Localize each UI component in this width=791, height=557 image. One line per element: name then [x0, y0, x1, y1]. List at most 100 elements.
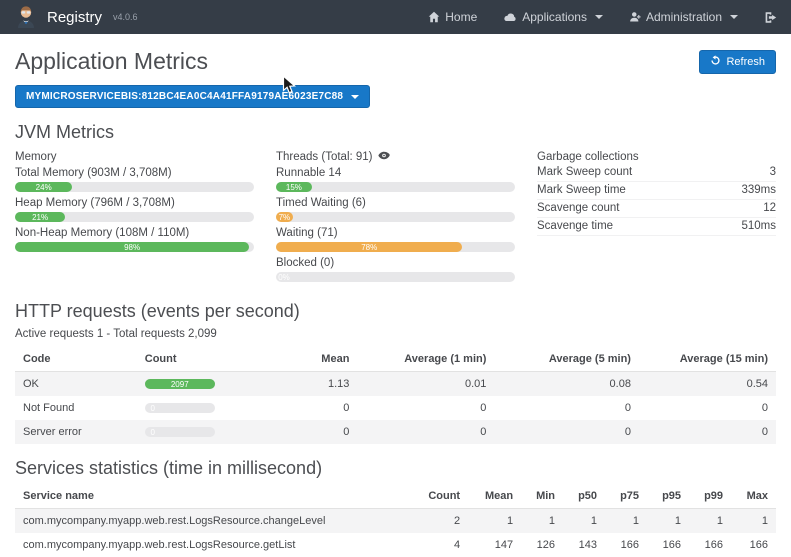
col-count: Count [411, 485, 468, 509]
gc-value: 510ms [741, 220, 776, 232]
svc-max: 166 [731, 533, 776, 557]
http-requests-table: Code Count Mean Average (1 min) Average … [15, 348, 776, 444]
sign-out-button[interactable] [764, 11, 777, 24]
table-row: OK 2097 1.13 0.01 0.08 0.54 [15, 372, 776, 397]
gc-label: Mark Sweep time [537, 184, 626, 196]
col-p50: p50 [563, 485, 605, 509]
services-statistics-title: Services statistics (time in millisecond… [15, 458, 776, 479]
jvm-metrics-title: JVM Metrics [15, 122, 776, 143]
gc-label: Scavenge time [537, 220, 613, 232]
metric-label: Heap Memory (796M / 3,708M) [15, 197, 254, 209]
page-title: Application Metrics [15, 48, 208, 75]
progress-value: 0 [151, 428, 155, 437]
eye-icon[interactable] [378, 151, 390, 163]
http-avg15: 0 [639, 420, 776, 444]
jhipster-avatar-logo [14, 3, 38, 32]
svc-p50: 143 [563, 533, 605, 557]
nav-home-label: Home [445, 10, 477, 24]
table-header-row: Service name Count Mean Min p50 p75 p95 … [15, 485, 776, 509]
nav-administration[interactable]: Administration [629, 10, 738, 24]
table-row: com.mycompany.myapp.web.rest.LogsResourc… [15, 533, 776, 557]
gc-value: 3 [770, 166, 776, 178]
table-row: com.mycompany.myapp.web.rest.LogsResourc… [15, 509, 776, 534]
refresh-icon [710, 55, 721, 69]
http-avg5: 0.08 [494, 372, 639, 397]
col-p95: p95 [647, 485, 689, 509]
http-count-progress: 2097 [145, 379, 215, 389]
svc-p99: 1 [689, 509, 731, 534]
http-count-progress: 0 [145, 427, 215, 437]
nonheap-memory-progress: 98% [15, 242, 254, 252]
http-avg1: 0.01 [357, 372, 494, 397]
nav-administration-label: Administration [646, 10, 722, 24]
chevron-down-icon [351, 95, 359, 99]
svc-p75: 1 [605, 509, 647, 534]
gc-title: Garbage collections [537, 151, 776, 163]
http-avg15: 0.54 [639, 372, 776, 397]
http-count-progress: 0 [145, 403, 215, 413]
metric-label: Non-Heap Memory (108M / 110M) [15, 227, 254, 239]
runnable-progress: 15% [276, 182, 515, 192]
svc-min: 126 [521, 533, 563, 557]
gc-row: Mark Sweep time 339ms [537, 182, 776, 200]
http-requests-title: HTTP requests (events per second) [15, 301, 776, 322]
svc-max: 1 [731, 509, 776, 534]
heap-memory-progress: 21% [15, 212, 254, 222]
http-avg5: 0 [494, 420, 639, 444]
svc-min: 1 [521, 509, 563, 534]
gc-row: Scavenge count 12 [537, 200, 776, 218]
refresh-label: Refresh [726, 56, 765, 68]
progress-value: 0% [278, 273, 290, 282]
sign-out-icon [764, 11, 777, 24]
col-mean: Mean [468, 485, 521, 509]
nav-applications[interactable]: Applications [503, 10, 603, 24]
table-header-row: Code Count Mean Average (1 min) Average … [15, 348, 776, 372]
col-code: Code [15, 348, 137, 372]
svc-mean: 147 [468, 533, 521, 557]
http-avg1: 0 [357, 396, 494, 420]
svc-count: 2 [411, 509, 468, 534]
table-row: Not Found 0 0 0 0 0 [15, 396, 776, 420]
col-service-name: Service name [15, 485, 411, 509]
col-max: Max [731, 485, 776, 509]
http-avg5: 0 [494, 396, 639, 420]
metric-label: Total Memory (903M / 3,708M) [15, 167, 254, 179]
timed-waiting-progress: 7% [276, 212, 515, 222]
svc-p99: 166 [689, 533, 731, 557]
col-p75: p75 [605, 485, 647, 509]
svc-p95: 166 [647, 533, 689, 557]
http-code: OK [15, 372, 137, 397]
blocked-progress: 0% [276, 272, 515, 282]
memory-title: Memory [15, 151, 254, 163]
col-mean: Mean [251, 348, 358, 372]
threads-column: Threads (Total: 91) Runnable 14 15% Time… [276, 149, 515, 287]
refresh-button[interactable]: Refresh [699, 50, 776, 74]
gc-value: 12 [763, 202, 776, 214]
cloud-icon [503, 12, 517, 23]
col-avg-5min: Average (5 min) [494, 348, 639, 372]
gc-label: Scavenge count [537, 202, 619, 214]
threads-title: Threads (Total: 91) [276, 151, 373, 163]
home-icon [428, 11, 440, 23]
table-row: Server error 0 0 0 0 0 [15, 420, 776, 444]
metric-label: Blocked (0) [276, 257, 515, 269]
instance-selector-dropdown[interactable]: MYMICROSERVICEBIS:812BC4EA0C4A41FFA9179A… [15, 85, 370, 108]
user-icon [629, 11, 641, 23]
http-requests-summary: Active requests 1 - Total requests 2,099 [15, 328, 776, 340]
http-mean: 0 [251, 396, 358, 420]
http-mean: 1.13 [251, 372, 358, 397]
chevron-down-icon [730, 15, 738, 19]
svc-p95: 1 [647, 509, 689, 534]
svc-p75: 166 [605, 533, 647, 557]
navbar: Registry v4.0.6 Home Applications Admini… [0, 0, 791, 34]
brand[interactable]: Registry v4.0.6 [14, 3, 138, 32]
svc-p50: 1 [563, 509, 605, 534]
services-statistics-table: Service name Count Mean Min p50 p75 p95 … [15, 485, 776, 557]
http-mean: 0 [251, 420, 358, 444]
service-name: com.mycompany.myapp.web.rest.LogsResourc… [15, 533, 411, 557]
nav-applications-label: Applications [522, 10, 587, 24]
waiting-progress: 78% [276, 242, 515, 252]
gc-value: 339ms [741, 184, 776, 196]
gc-label: Mark Sweep count [537, 166, 632, 178]
nav-home[interactable]: Home [428, 10, 477, 24]
